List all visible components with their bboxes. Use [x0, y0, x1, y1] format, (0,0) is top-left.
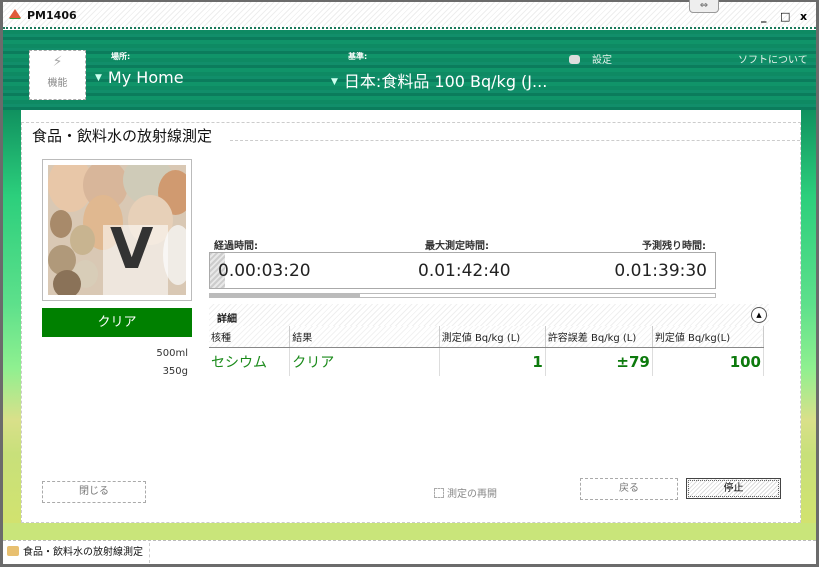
cell-measured: 1 — [439, 347, 546, 376]
window-title: PM1406 — [27, 9, 77, 22]
details-section: 詳細 ▲ 核種 結果 測定値 Bq/kg (L) 許容誤差 Bq/kg (L) … — [209, 304, 769, 376]
standard-dropdown[interactable]: ▼ 日本:食料品 100 Bq/kg (J... — [331, 68, 547, 92]
details-label: 詳細 — [217, 314, 237, 325]
title-bar: PM1406 ⇔ _ □ x — [3, 0, 816, 29]
function-button[interactable]: ⚡ 機能 — [29, 50, 86, 100]
table-row[interactable]: セシウム クリア 1 ±79 100 — [209, 347, 765, 376]
taskbar-tab-label: 食品・飲料水の放射線測定 — [23, 547, 143, 558]
sample-weight: 350g — [162, 366, 188, 377]
location-value: My Home — [107, 68, 184, 87]
column-header-tolerance: 許容誤差 Bq/kg (L) — [545, 326, 653, 348]
remaining-time-value: 0.01:39:30 — [614, 261, 707, 281]
settings-cube-icon — [569, 55, 580, 64]
settings-link[interactable]: 設定 — [569, 51, 612, 66]
result-status-badge: クリア — [42, 308, 192, 337]
maximize-button[interactable]: □ — [780, 10, 790, 23]
measurement-panel: 食品・飲料水の放射線測定 V クリア 500ml 350g 経過時間: 最大測定… — [21, 122, 801, 523]
details-header: 詳細 ▲ — [209, 304, 769, 326]
elapsed-time-label: 経過時間: — [214, 241, 258, 252]
column-header-result: 結果 — [289, 326, 440, 348]
resize-handle[interactable]: ⇔ — [689, 0, 719, 13]
location-label: 場所: — [111, 52, 131, 61]
location-dropdown[interactable]: ▼ My Home — [95, 68, 184, 87]
food-icon — [7, 546, 19, 556]
remaining-time-label: 予測残り時間: — [642, 241, 706, 252]
background-gradient-left — [3, 110, 21, 540]
cell-result: クリア — [289, 347, 440, 376]
max-time-label: 最大測定時間: — [425, 241, 489, 252]
close-window-button[interactable]: x — [800, 10, 807, 23]
standard-label: 基準: — [348, 52, 368, 61]
background-gradient-right — [801, 110, 816, 540]
sample-volume: 500ml — [156, 348, 188, 359]
time-scrollbar[interactable] — [209, 293, 716, 298]
chevron-down-icon: ▼ — [331, 77, 338, 87]
title-divider — [230, 140, 800, 141]
elapsed-time-value: 0.00:03:20 — [218, 261, 311, 281]
minimize-button[interactable]: _ — [761, 10, 767, 23]
collapse-up-icon[interactable]: ▲ — [751, 307, 767, 323]
taskbar: 食品・飲料水の放射線測定 — [3, 540, 816, 564]
chevron-down-icon: ▼ — [95, 73, 102, 83]
close-button[interactable]: 閉じる — [42, 481, 146, 503]
cell-nuclide: セシウム — [209, 347, 291, 376]
resume-measurement-checkbox[interactable]: 測定の再開 — [434, 485, 497, 500]
time-display: 0.00:03:20 0.01:42:40 0.01:39:30 — [209, 252, 716, 289]
lightning-icon: ⚡ — [52, 54, 63, 70]
function-label: 機能 — [47, 78, 68, 89]
header-bar: ⚡ 機能 場所: ▼ My Home 基準: ▼ 日本:食料品 100 Bq/kg … — [3, 30, 816, 110]
resume-label: 測定の再開 — [447, 489, 497, 500]
watermelon-icon — [9, 9, 21, 19]
taskbar-tab-measurement[interactable]: 食品・飲料水の放射線測定 — [7, 543, 150, 563]
cell-threshold: 100 — [652, 347, 765, 376]
app-window: PM1406 ⇔ _ □ x ⚡ 機能 場所: ▼ My Home 基準: ▼ 日本… — [0, 0, 819, 567]
max-time-value: 0.01:42:40 — [418, 261, 511, 281]
standard-value: 日本:食料品 100 Bq/kg (J... — [343, 72, 548, 91]
scrollbar-thumb[interactable] — [210, 294, 360, 297]
about-link[interactable]: ソフトについて — [738, 51, 808, 66]
column-header-nuclide: 核種 — [209, 326, 291, 348]
checkmark-icon: V — [110, 217, 154, 282]
stop-button[interactable]: 停止 — [686, 478, 781, 499]
checkbox-icon — [434, 488, 444, 498]
sample-image: V — [42, 159, 192, 301]
background-gradient-bottom — [3, 523, 816, 540]
settings-label: 設定 — [592, 55, 612, 66]
cell-tolerance: ±79 — [545, 347, 653, 376]
results-table: 核種 結果 測定値 Bq/kg (L) 許容誤差 Bq/kg (L) 判定値 B… — [209, 326, 765, 376]
back-button[interactable]: 戻る — [580, 478, 678, 500]
column-header-measured: 測定値 Bq/kg (L) — [439, 326, 546, 348]
column-header-threshold: 判定値 Bq/kg(L) — [652, 326, 765, 348]
panel-title: 食品・飲料水の放射線測定 — [32, 127, 213, 145]
